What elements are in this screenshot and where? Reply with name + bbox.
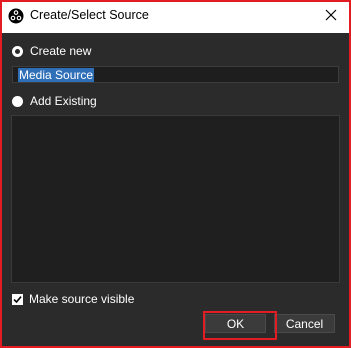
ok-button[interactable]: OK [205, 314, 266, 333]
close-icon [325, 9, 337, 24]
create-new-radio[interactable] [12, 45, 23, 57]
window-title: Create/Select Source [30, 8, 149, 22]
source-name-input[interactable]: Media Source [12, 66, 339, 83]
title-bar: Create/Select Source [0, 0, 351, 33]
obs-icon [8, 8, 24, 24]
create-new-label: Create new [30, 44, 92, 58]
make-visible-label: Make source visible [29, 292, 135, 306]
close-button[interactable] [317, 2, 345, 30]
dialog-content: Create new Media Source Add Existing Mak… [0, 33, 351, 348]
make-visible-checkbox[interactable] [12, 293, 23, 305]
make-visible-option[interactable]: Make source visible [12, 292, 134, 306]
cancel-button[interactable]: Cancel [274, 314, 335, 333]
create-new-option[interactable]: Create new [12, 44, 91, 58]
add-existing-label: Add Existing [30, 94, 97, 108]
add-existing-radio[interactable] [12, 95, 23, 107]
existing-sources-list[interactable] [11, 115, 340, 283]
source-name-value: Media Source [18, 67, 95, 82]
add-existing-option[interactable]: Add Existing [12, 94, 97, 108]
checkmark-icon [13, 295, 22, 303]
create-select-source-dialog: Create/Select Source Create new Media So… [0, 0, 351, 348]
